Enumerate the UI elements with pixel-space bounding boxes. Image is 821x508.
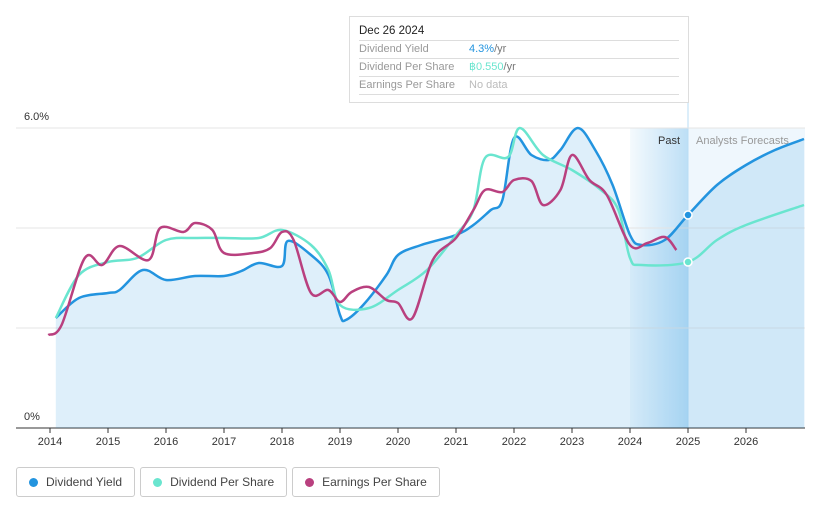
legend-label: Earnings Per Share — [322, 475, 427, 489]
forecast-label: Analysts Forecasts — [696, 135, 789, 147]
x-tick-label: 2019 — [328, 436, 352, 448]
tooltip-date: Dec 26 2024 — [359, 17, 679, 41]
x-tick-label: 2014 — [38, 436, 62, 448]
tooltip-label: Earnings Per Share — [359, 79, 455, 91]
y-tick-label: 0% — [24, 411, 40, 423]
y-tick-label: 6.0% — [24, 111, 49, 123]
tooltip-unit: /yr — [503, 61, 516, 73]
legend-dot-icon — [153, 477, 163, 487]
tooltip-row: Earnings Per Share No data — [359, 77, 679, 95]
legend: Dividend Yield Dividend Per Share Earnings… — [16, 467, 440, 497]
legend-item-earnings-per-share[interactable]: Earnings Per Share — [292, 467, 440, 497]
tooltip-value: ฿0.550 — [469, 61, 504, 73]
x-tick-label: 2022 — [502, 436, 526, 448]
tooltip-label: Dividend Yield — [359, 43, 429, 55]
tooltip-row: Dividend Yield 4.3% /yr — [359, 41, 679, 59]
marker-dividend-per-share — [683, 257, 693, 267]
dividend-chart: Past Analysts Forecasts 6.0% 0% 2014 2015 2016… — [0, 0, 821, 508]
legend-dot-icon — [29, 477, 38, 487]
legend-item-dividend-yield[interactable]: Dividend Yield — [16, 467, 136, 497]
tooltip: Dec 26 2024 Dividend Yield 4.3% /yr Divide… — [349, 16, 689, 103]
tooltip-value: 4.3% — [469, 43, 495, 55]
legend-item-dividend-per-share[interactable]: Dividend Per Share — [140, 467, 288, 497]
marker-dividend-yield — [683, 210, 693, 220]
tooltip-unit: /yr — [494, 43, 507, 55]
x-tick-label: 2026 — [734, 436, 758, 448]
x-tick-label: 2024 — [618, 436, 642, 448]
x-tick-label: 2023 — [560, 436, 584, 448]
x-tick-label: 2015 — [96, 436, 120, 448]
tooltip-value: No data — [469, 79, 508, 91]
x-tick-label: 2025 — [676, 436, 700, 448]
tooltip-label: Dividend Per Share — [359, 61, 455, 73]
x-tick-label: 2021 — [444, 436, 468, 448]
past-label: Past — [658, 135, 680, 147]
legend-label: Dividend Per Share — [170, 475, 275, 489]
legend-label: Dividend Yield — [46, 475, 123, 489]
x-tick-label: 2020 — [386, 436, 410, 448]
x-tick-label: 2016 — [154, 436, 178, 448]
legend-dot-icon — [305, 477, 315, 487]
tooltip-row: Dividend Per Share ฿0.550 /yr — [359, 59, 679, 77]
x-tick-label: 2018 — [270, 436, 294, 448]
x-tick-label: 2017 — [212, 436, 236, 448]
